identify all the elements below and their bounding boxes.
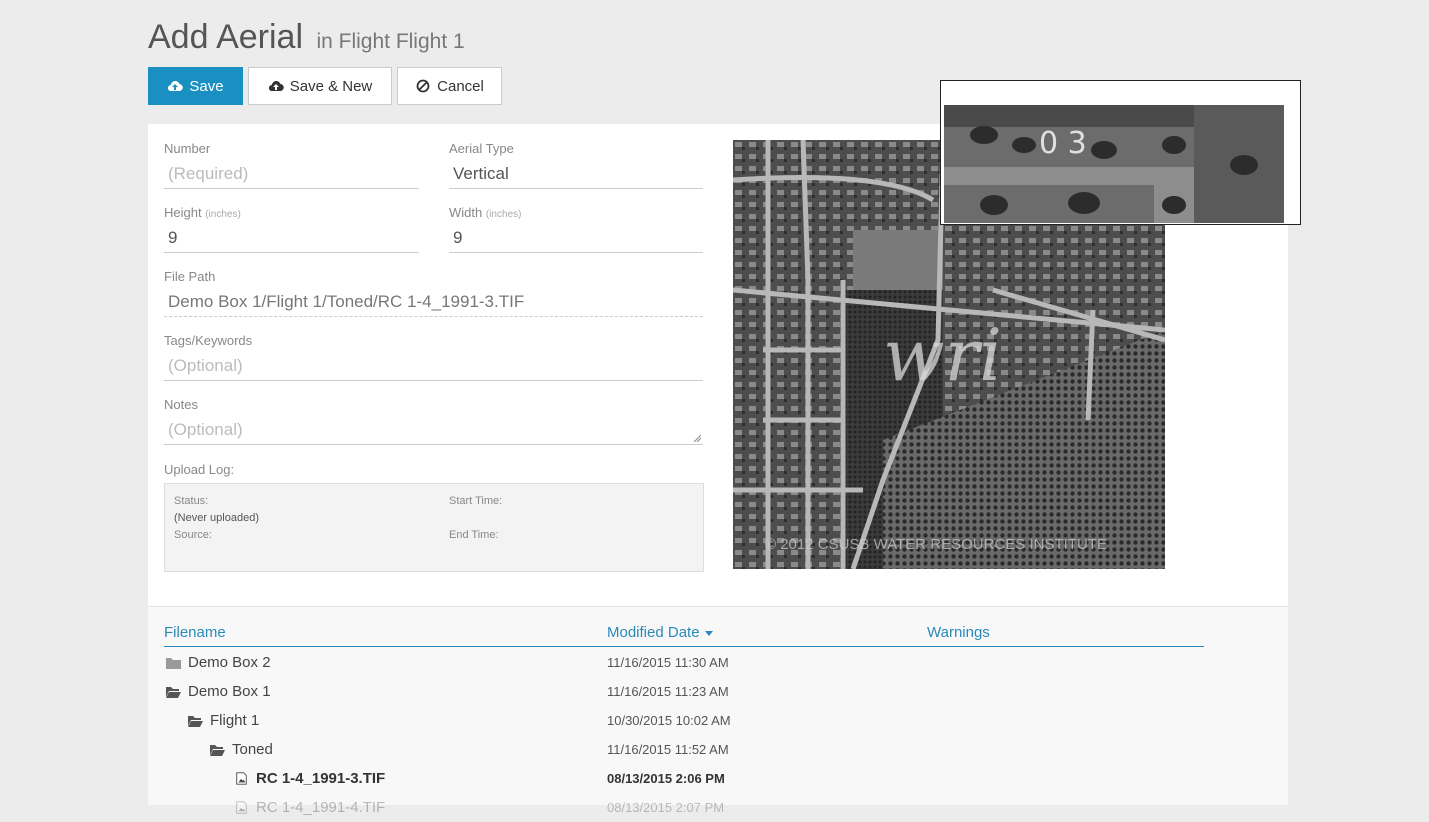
- tags-input[interactable]: (Optional): [164, 354, 703, 381]
- width-field: Width (inches) 9: [449, 205, 703, 253]
- source-label: Source:: [174, 529, 212, 541]
- notes-label: Notes: [164, 397, 198, 412]
- cloud-upload-icon: [168, 81, 184, 92]
- page-title-text: Add Aerial: [148, 18, 303, 56]
- file-browser: Filename Modified Date Warnings Demo Box…: [148, 606, 1288, 816]
- aerial-type-field: Aerial Type Vertical: [449, 141, 703, 189]
- row-name: RC 1-4_1991-4.TIF: [256, 799, 386, 816]
- page-title: Add Aerial in Flight Flight 1: [148, 18, 465, 57]
- file-row-flight-1[interactable]: Flight 1 10/30/2015 10:02 AM: [148, 706, 1288, 735]
- row-date: 10/30/2015 10:02 AM: [607, 713, 731, 728]
- height-input[interactable]: 9: [164, 226, 419, 253]
- file-path-field: File Path Demo Box 1/Flight 1/Toned/RC 1…: [164, 269, 703, 317]
- aerial-type-label: Aerial Type: [449, 141, 514, 156]
- zoom-lens-image: 0 3: [944, 105, 1284, 223]
- watermark-text: wri: [883, 313, 1002, 397]
- file-row-demo-box-2[interactable]: Demo Box 2 11/16/2015 11:30 AM: [148, 648, 1288, 677]
- column-modified-date[interactable]: Modified Date: [607, 624, 714, 641]
- height-field: Height (inches) 9: [164, 205, 419, 253]
- folder-open-icon: [166, 687, 181, 698]
- image-file-icon: [236, 772, 247, 785]
- cloud-upload-icon: [268, 81, 284, 92]
- height-label: Height (inches): [164, 205, 419, 220]
- resize-handle-icon[interactable]: [693, 434, 701, 442]
- file-path-label: File Path: [164, 269, 216, 284]
- header-divider: [164, 646, 1204, 647]
- row-date: 11/16/2015 11:52 AM: [607, 742, 729, 757]
- height-label-text: Height: [164, 205, 202, 220]
- upload-log-label: Upload Log:: [164, 462, 235, 477]
- start-time-label: Start Time:: [449, 495, 503, 507]
- tags-label: Tags/Keywords: [164, 333, 253, 348]
- row-name: RC 1-4_1991-3.TIF: [256, 770, 386, 787]
- width-unit: (inches): [485, 209, 522, 220]
- image-file-icon: [236, 801, 247, 814]
- column-filename[interactable]: Filename: [164, 624, 226, 641]
- cancel-button-label: Cancel: [437, 77, 484, 95]
- notes-field: Notes (Optional): [164, 397, 703, 445]
- status-value: (Never uploaded): [174, 512, 259, 524]
- row-name: Flight 1: [210, 712, 260, 729]
- column-warnings[interactable]: Warnings: [927, 624, 990, 641]
- end-time-label: End Time:: [449, 529, 499, 541]
- row-name: Demo Box 1: [188, 683, 271, 700]
- cancel-button[interactable]: Cancel: [397, 67, 502, 105]
- notes-textarea[interactable]: (Optional): [164, 418, 703, 445]
- file-row-selected[interactable]: RC 1-4_1991-3.TIF 08/13/2015 2:06 PM: [148, 764, 1288, 793]
- save-and-new-button-label: Save & New: [289, 77, 373, 95]
- folder-open-icon: [188, 716, 203, 727]
- page-subtitle: in Flight Flight 1: [316, 30, 465, 53]
- status-label: Status:: [174, 495, 209, 507]
- file-row-toned[interactable]: Toned 11/16/2015 11:52 AM: [148, 735, 1288, 764]
- width-label: Width (inches): [449, 205, 703, 220]
- zoom-lens: 0 3: [940, 80, 1301, 225]
- row-date: 08/13/2015 2:06 PM: [607, 771, 725, 786]
- zoom-photo: 0 3: [944, 105, 1284, 223]
- row-date: 11/16/2015 11:23 AM: [607, 684, 729, 699]
- number-field: Number (Required): [164, 141, 419, 189]
- copyright-text: © 2012 CSUSB WATER RESOURCES INSTITUTE: [765, 536, 1107, 553]
- number-input[interactable]: (Required): [164, 162, 419, 189]
- row-date: 11/16/2015 11:30 AM: [607, 655, 729, 670]
- file-row-demo-box-1[interactable]: Demo Box 1 11/16/2015 11:23 AM: [148, 677, 1288, 706]
- upload-log-box: Status: (Never uploaded) Source: Start T…: [164, 483, 704, 572]
- aerial-type-select[interactable]: Vertical: [449, 162, 703, 189]
- folder-icon: [166, 658, 181, 669]
- column-modified-date-label: Modified Date: [607, 624, 700, 641]
- tags-field: Tags/Keywords (Optional): [164, 333, 703, 381]
- row-name: Demo Box 2: [188, 654, 271, 671]
- zoom-frame-number: 0 3: [1039, 126, 1087, 161]
- row-date: 08/13/2015 2:07 PM: [607, 800, 725, 815]
- notes-placeholder: (Optional): [168, 420, 243, 439]
- sort-desc-icon: [704, 631, 713, 636]
- height-unit: (inches): [205, 209, 241, 220]
- ban-icon: [416, 79, 430, 93]
- number-label: Number: [164, 141, 211, 156]
- width-label-text: Width: [449, 205, 483, 220]
- save-and-new-button[interactable]: Save & New: [248, 67, 392, 105]
- file-row[interactable]: RC 1-4_1991-4.TIF 08/13/2015 2:07 PM: [148, 793, 1288, 822]
- file-path-value: Demo Box 1/Flight 1/Toned/RC 1-4_1991-3.…: [164, 290, 703, 317]
- row-name: Toned: [232, 741, 273, 758]
- width-input[interactable]: 9: [449, 226, 703, 253]
- folder-open-icon: [210, 745, 225, 756]
- save-button[interactable]: Save: [148, 67, 243, 105]
- save-button-label: Save: [189, 77, 224, 95]
